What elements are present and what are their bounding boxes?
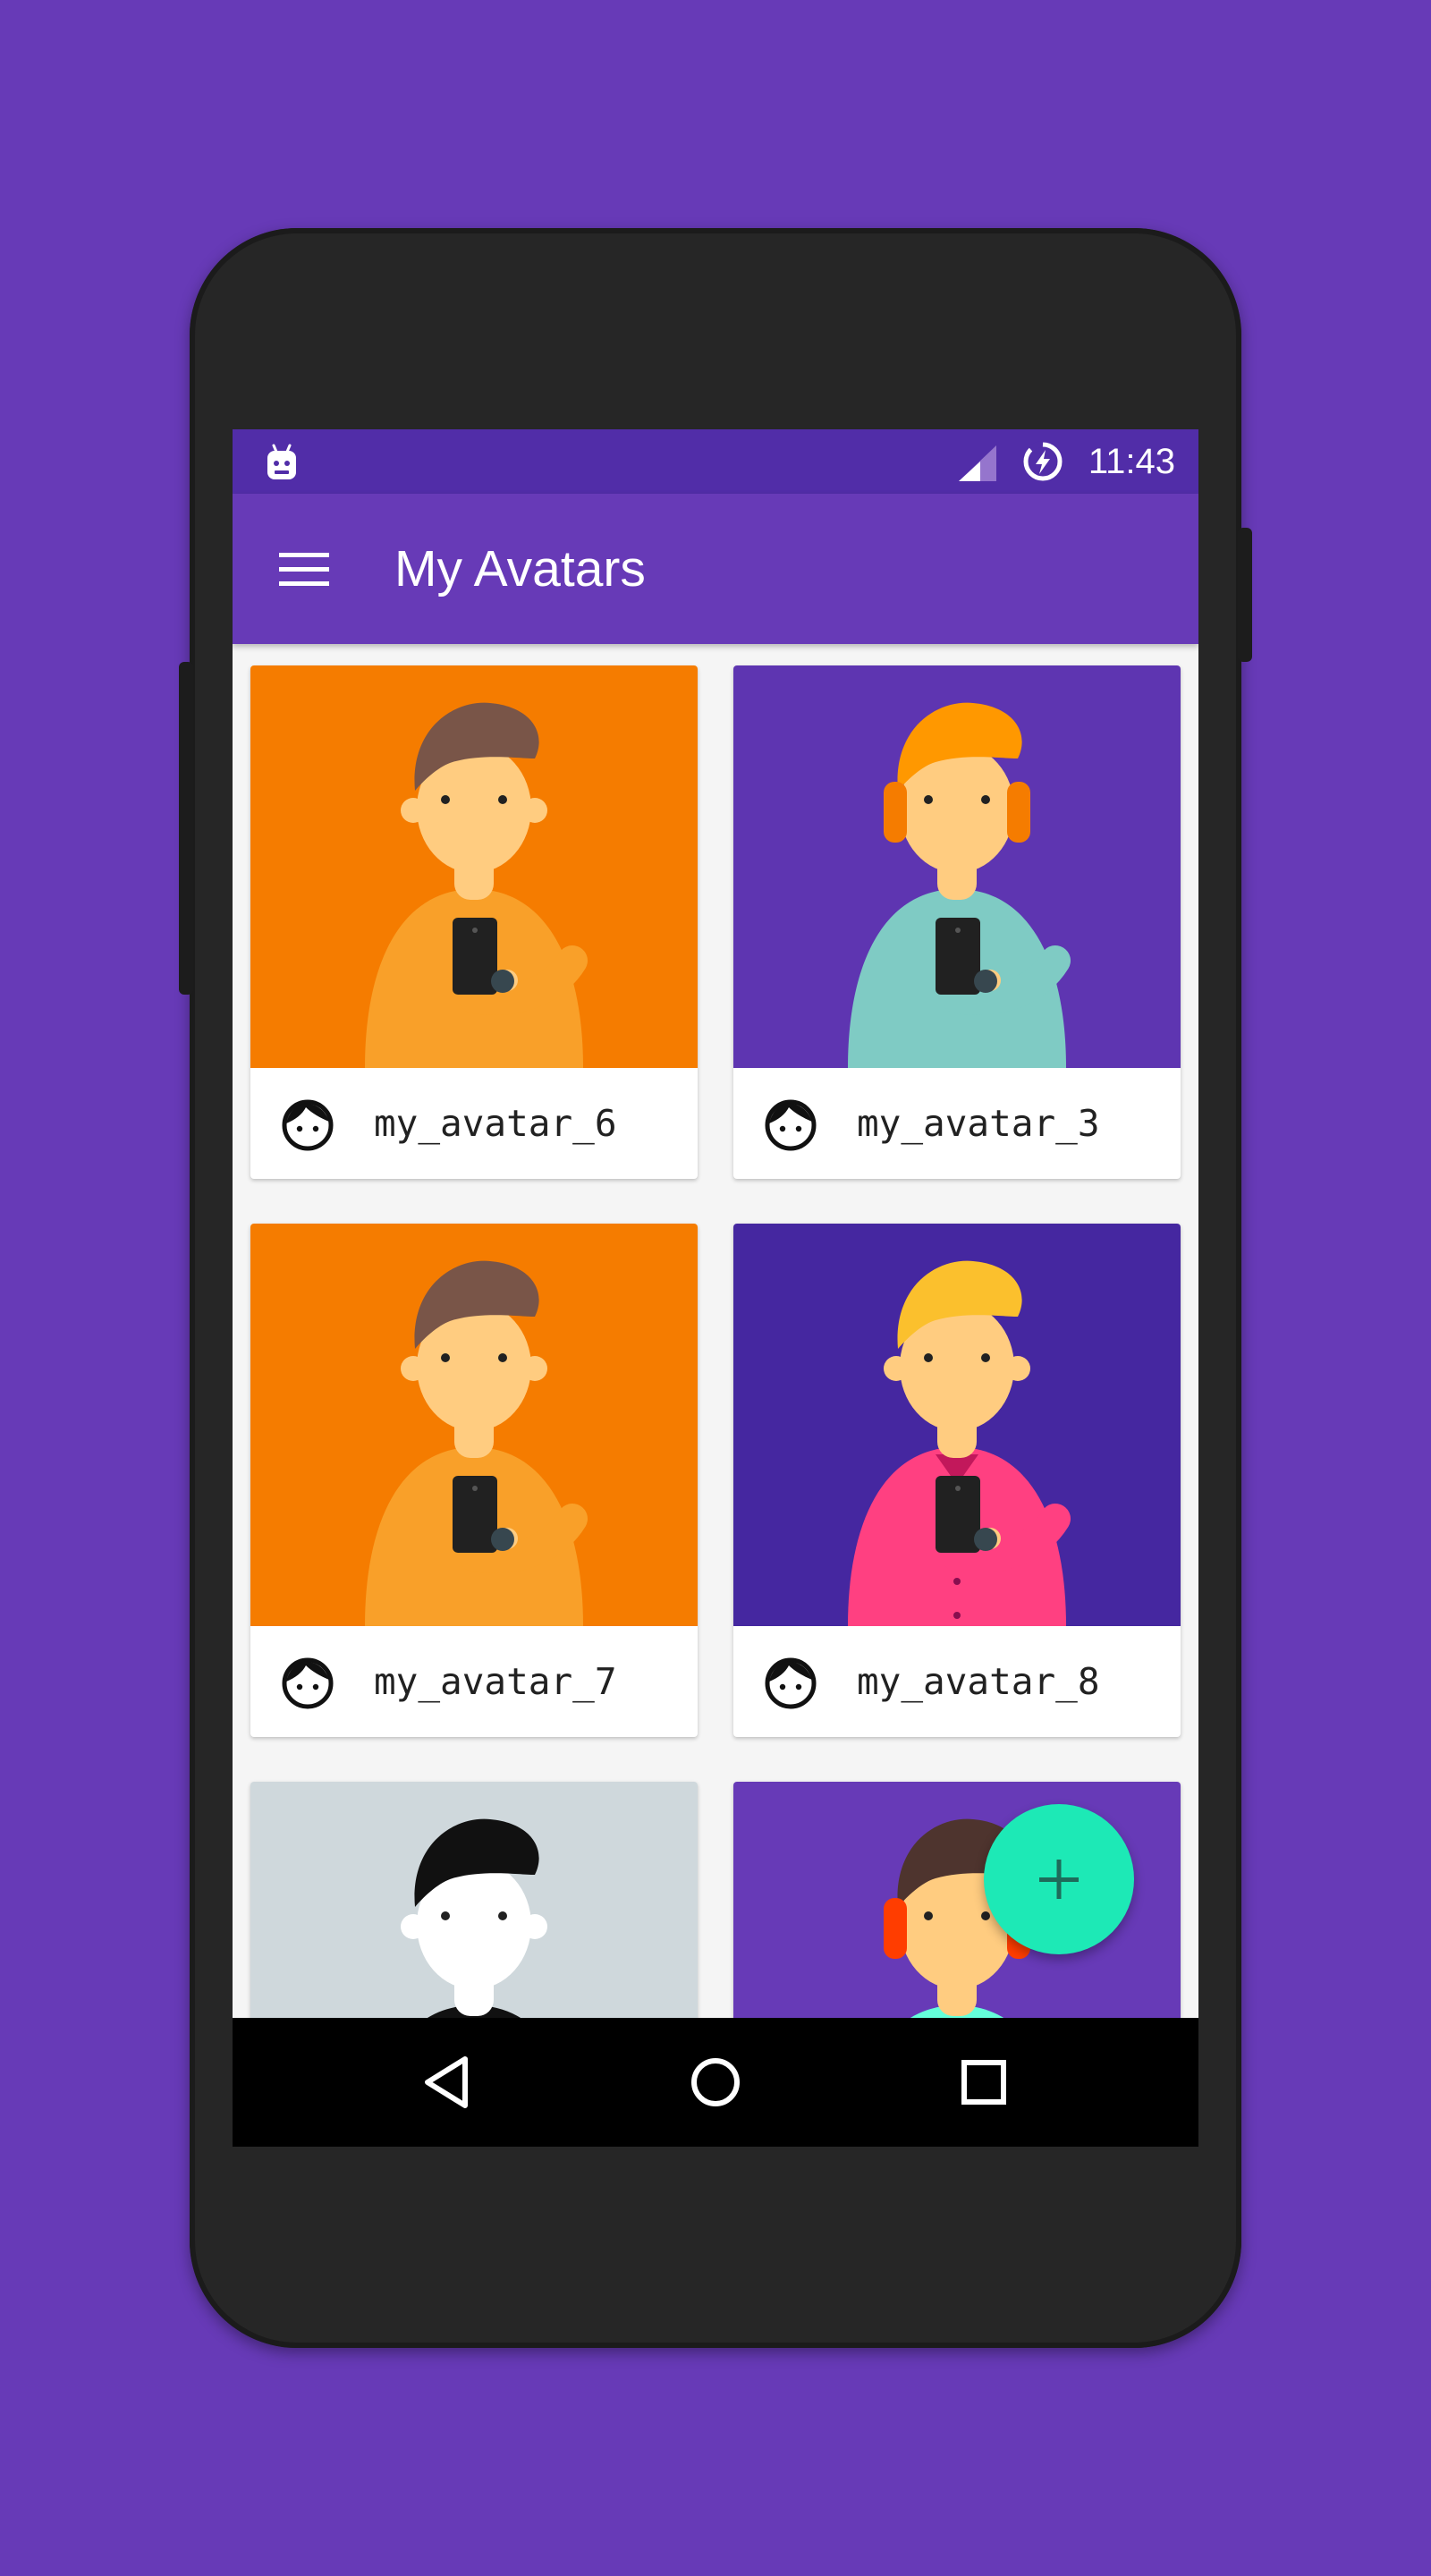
back-icon bbox=[425, 2056, 468, 2108]
recents-icon bbox=[961, 2060, 1006, 2105]
face-icon bbox=[281, 1657, 334, 1710]
avatar-name: my_avatar_8 bbox=[857, 1660, 1100, 1703]
face-icon bbox=[764, 1098, 817, 1152]
battery-charging-icon bbox=[1023, 441, 1063, 481]
power-button bbox=[1238, 528, 1252, 662]
volume-button bbox=[179, 662, 193, 995]
plus-icon bbox=[1039, 1860, 1079, 1899]
avatar-card[interactable]: my_avatar_3 bbox=[733, 665, 1181, 1179]
face-icon bbox=[281, 1098, 334, 1152]
avatar-name: my_avatar_6 bbox=[374, 1102, 617, 1145]
avatar-card[interactable]: my_avatar_8 bbox=[733, 1224, 1181, 1737]
add-avatar-button[interactable] bbox=[984, 1804, 1134, 1954]
hamburger-menu-icon bbox=[279, 553, 329, 586]
avatar-card-footer: my_avatar_6 bbox=[250, 1068, 698, 1179]
avatar-name: my_avatar_3 bbox=[857, 1102, 1100, 1145]
app-toolbar: My Avatars bbox=[233, 494, 1198, 644]
back-button[interactable] bbox=[411, 2046, 483, 2118]
status-bar: 11:43 bbox=[233, 429, 1198, 494]
toolbar-title: My Avatars bbox=[394, 540, 646, 597]
system-nav-bar bbox=[233, 2018, 1198, 2147]
screen: 11:43 My Avatars my_avatar_6 my_avatar_3 bbox=[233, 429, 1198, 2147]
avatar-card[interactable]: my_avatar_7 bbox=[250, 1224, 698, 1737]
home-button[interactable] bbox=[680, 2046, 751, 2118]
face-icon bbox=[764, 1657, 817, 1710]
avatar-card-footer: my_avatar_7 bbox=[250, 1626, 698, 1737]
avatar-illustration bbox=[250, 665, 698, 1068]
avatar-illustration bbox=[250, 1224, 698, 1626]
avatar-card-footer: my_avatar_3 bbox=[733, 1068, 1181, 1179]
recents-button[interactable] bbox=[948, 2046, 1020, 2118]
android-notification-icon bbox=[267, 444, 296, 479]
status-time: 11:43 bbox=[1088, 442, 1175, 481]
avatar-name: my_avatar_7 bbox=[374, 1660, 617, 1703]
home-icon bbox=[691, 2058, 740, 2106]
menu-button[interactable] bbox=[268, 533, 340, 605]
avatar-card-footer: my_avatar_8 bbox=[733, 1626, 1181, 1737]
avatar-illustration bbox=[733, 1224, 1181, 1626]
signal-icon bbox=[959, 445, 996, 481]
avatar-illustration bbox=[733, 665, 1181, 1068]
avatar-card[interactable]: my_avatar_6 bbox=[250, 665, 698, 1179]
